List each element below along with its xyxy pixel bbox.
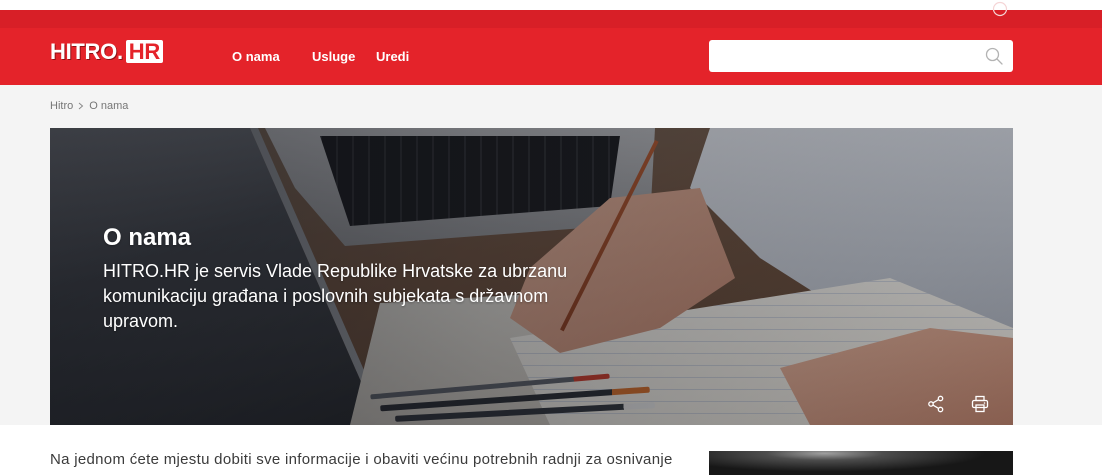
- logo-box-text: HR: [125, 40, 163, 63]
- print-button[interactable]: [969, 393, 991, 415]
- hero-description: HITRO.HR je servis Vlade Republike Hrvat…: [103, 261, 568, 331]
- chevron-right-icon: [78, 102, 84, 110]
- page-title: O nama: [103, 224, 192, 251]
- search-input[interactable]: [709, 40, 979, 72]
- share-button[interactable]: [925, 393, 947, 415]
- intro-text: Na jednom ćete mjestu dobiti sve informa…: [50, 451, 673, 468]
- top-bar: [0, 10, 1102, 28]
- side-image: [709, 451, 1013, 475]
- breadcrumb-item-hitro[interactable]: Hitro: [50, 99, 73, 113]
- logo-text: HITRO.: [50, 39, 123, 64]
- search-box: [709, 40, 1013, 72]
- site-header: HITRO. HR O nama Usluge Uredi: [0, 28, 1102, 85]
- nav-item-o-nama[interactable]: O nama: [232, 28, 280, 85]
- nav-item-usluge[interactable]: Usluge: [312, 28, 355, 85]
- search-icon[interactable]: [985, 47, 1003, 65]
- breadcrumb: Hitro O nama: [50, 99, 128, 113]
- print-icon: [971, 395, 989, 413]
- nav-item-uredi[interactable]: Uredi: [376, 28, 409, 85]
- breadcrumb-item-current: O nama: [89, 100, 129, 112]
- circle-icon[interactable]: [992, 1, 1008, 17]
- hero-banner: O nama HITRO.HR je servis Vlade Republik…: [50, 128, 1013, 425]
- site-logo[interactable]: HITRO. HR: [50, 39, 163, 64]
- share-icon: [927, 395, 945, 413]
